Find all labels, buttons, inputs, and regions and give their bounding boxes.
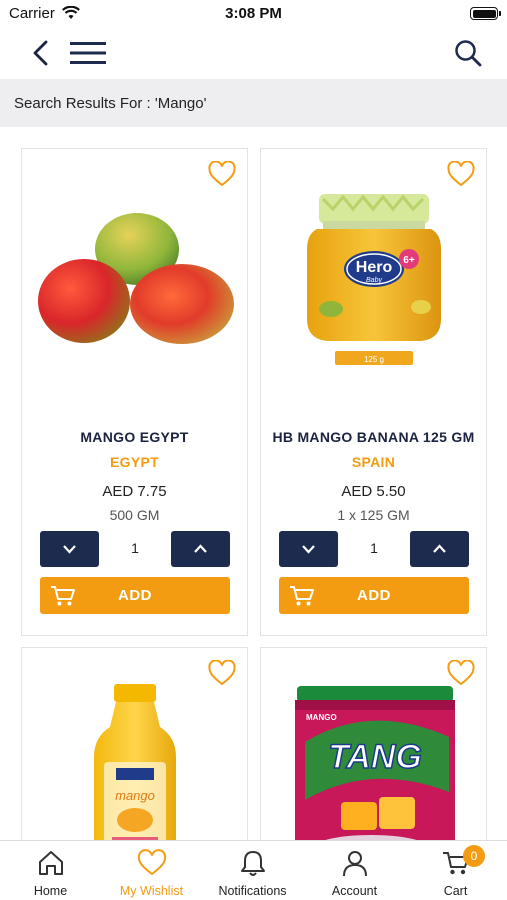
add-button-label: ADD	[357, 587, 391, 604]
tab-notifications-label: Notifications	[218, 884, 287, 898]
search-results-label: Search Results For : 'Mango'	[14, 95, 207, 112]
bottle-label-text: mango	[115, 788, 155, 803]
tab-cart-label: Cart	[443, 884, 468, 898]
tab-notifications[interactable]: Notifications	[202, 841, 303, 900]
chevron-down-icon	[302, 545, 315, 554]
decrease-quantity-button[interactable]	[40, 531, 99, 567]
quantity-value[interactable]: 1	[338, 540, 410, 556]
quantity-stepper: 1	[40, 531, 230, 567]
product-size: 500 GM	[109, 507, 160, 523]
bottom-tab-bar: Home My Wishlist Notifications Account 0…	[0, 840, 507, 900]
tab-wishlist[interactable]: My Wishlist	[101, 841, 202, 900]
increase-quantity-button[interactable]	[410, 531, 469, 567]
tang-brand-text: TANG	[328, 738, 422, 776]
jar-age-badge: 6+	[403, 255, 415, 266]
tab-account[interactable]: Account	[304, 841, 405, 900]
chevron-up-icon	[433, 544, 446, 553]
jar-sub-text: Baby	[366, 277, 382, 284]
product-card[interactable]: Hero Baby 6+ 125 g HB MANGO BANANA 125 G…	[260, 148, 487, 636]
product-name: HB MANGO BANANA 125 GM	[272, 429, 475, 445]
product-name: MANGO EGYPT	[80, 429, 189, 445]
add-to-cart-button[interactable]: ADD	[279, 577, 469, 614]
menu-icon[interactable]	[70, 40, 106, 66]
user-icon	[343, 851, 367, 877]
battery-icon	[470, 7, 501, 20]
product-price: AED 7.75	[102, 483, 167, 500]
chevron-down-icon	[63, 545, 76, 554]
wishlist-heart-icon[interactable]	[208, 161, 236, 187]
increase-quantity-button[interactable]	[171, 531, 230, 567]
tab-cart[interactable]: 0 Cart	[405, 841, 506, 900]
back-icon[interactable]	[28, 38, 54, 68]
status-bar: Carrier 3:08 PM	[0, 0, 507, 30]
tab-wishlist-label: My Wishlist	[119, 884, 184, 898]
quantity-stepper: 1	[279, 531, 469, 567]
product-card[interactable]: MANGO EGYPT EGYPT AED 7.75 500 GM 1 ADD	[21, 148, 248, 636]
chevron-up-icon	[194, 544, 207, 553]
product-size: 1 x 125 GM	[337, 507, 410, 523]
wishlist-heart-icon[interactable]	[447, 161, 475, 187]
jar-weight-text: 125 g	[364, 355, 384, 364]
home-icon	[39, 851, 63, 875]
add-button-label: ADD	[118, 587, 152, 604]
search-results-banner: Search Results For : 'Mango'	[0, 79, 507, 127]
decrease-quantity-button[interactable]	[279, 531, 338, 567]
quantity-value[interactable]: 1	[99, 540, 171, 556]
product-card[interactable]: mango	[21, 647, 248, 868]
product-card[interactable]: MANGO TANG	[260, 647, 487, 868]
cart-count-badge: 0	[463, 845, 485, 867]
tab-account-label: Account	[331, 884, 378, 898]
tang-flavor-text: MANGO	[306, 713, 337, 722]
tab-home-label: Home	[33, 884, 68, 898]
product-origin: EGYPT	[110, 454, 159, 470]
nav-bar	[0, 30, 507, 78]
jar-brand-text: Hero	[356, 259, 393, 276]
heart-icon	[137, 849, 167, 876]
add-to-cart-button[interactable]: ADD	[40, 577, 230, 614]
product-origin: SPAIN	[351, 454, 396, 470]
search-icon[interactable]	[453, 38, 483, 68]
tab-home[interactable]: Home	[0, 841, 101, 900]
bell-icon	[241, 851, 265, 876]
product-image: Hero Baby 6+ 125 g	[307, 194, 441, 365]
clock: 3:08 PM	[225, 5, 282, 22]
product-image	[38, 213, 234, 344]
product-price: AED 5.50	[341, 483, 406, 500]
